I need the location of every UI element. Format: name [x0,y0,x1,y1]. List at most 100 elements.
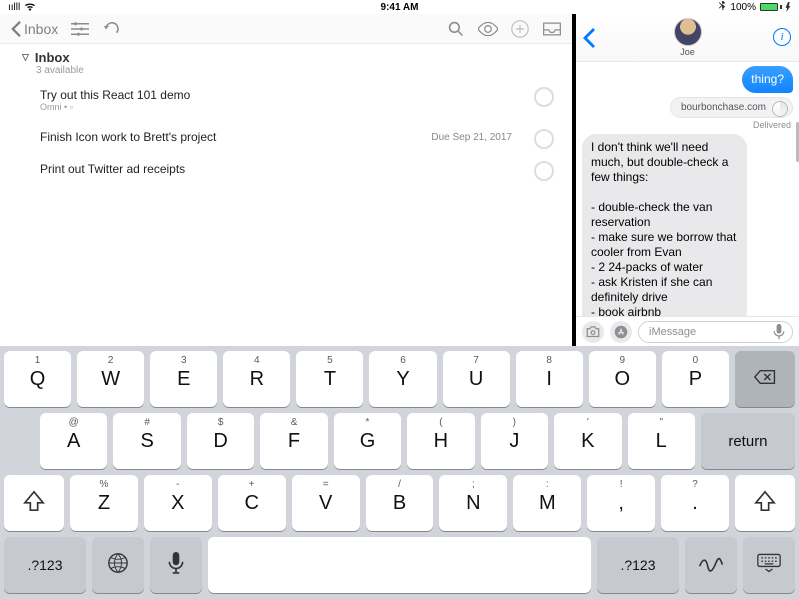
safari-icon [772,101,788,117]
key-main: X [171,492,184,515]
link-host: bourbonchase.com [681,102,766,113]
key-e[interactable]: 3E [150,351,217,407]
key-alt: 8 [546,355,552,366]
key-j[interactable]: )J [481,413,548,469]
key-,[interactable]: !, [587,475,655,531]
key-main: U [469,368,483,391]
key-x[interactable]: -X [144,475,212,531]
key-alt: + [249,479,255,490]
key-symbols-right[interactable]: .?123 [597,537,679,593]
key-z[interactable]: %Z [70,475,138,531]
disclosure-icon[interactable]: ▽ [22,52,29,63]
key-alt: * [366,417,370,428]
key-alt: ? [692,479,698,490]
key-q[interactable]: 1Q [4,351,71,407]
link-preview[interactable]: bourbonchase.com [670,97,793,118]
add-icon[interactable] [510,19,530,39]
inbox-title: Inbox [35,50,70,65]
key-main: B [393,492,406,515]
back-button[interactable]: Inbox [10,21,58,37]
key-alt: 9 [620,355,626,366]
key-r[interactable]: 4R [223,351,290,407]
task-checkbox[interactable] [534,161,554,181]
key-alt: ' [587,417,589,428]
key-shift-left[interactable] [4,475,64,531]
key-s[interactable]: #S [113,413,180,469]
incoming-message[interactable]: I don't think we'll need much, but doubl… [582,134,747,316]
key-alt: 0 [693,355,699,366]
key-hide-keyboard[interactable] [743,537,795,593]
task-checkbox[interactable] [534,87,554,107]
key-m[interactable]: :M [513,475,581,531]
key-globe[interactable] [92,537,144,593]
key-l[interactable]: "L [628,413,695,469]
appstore-icon[interactable] [610,321,632,343]
messages-toolbar: Joe i [576,14,799,62]
key-main: D [213,430,227,453]
key-space[interactable] [208,537,591,593]
key-main: S [140,430,153,453]
task-row[interactable]: Finish Icon work to Brett's project Due … [0,126,572,150]
key-main: R [250,368,264,391]
key-b[interactable]: /B [366,475,434,531]
key-main: L [656,430,667,453]
key-n[interactable]: ;N [439,475,507,531]
key-o[interactable]: 9O [589,351,656,407]
key-a[interactable]: @A [40,413,107,469]
key-d[interactable]: $D [187,413,254,469]
key-c[interactable]: +C [218,475,286,531]
key-k[interactable]: 'K [554,413,621,469]
key-p[interactable]: 0P [662,351,729,407]
shift-icon [23,490,45,517]
contact-name: Joe [680,47,695,57]
key-main: P [689,368,702,391]
messages-back-button[interactable] [582,28,596,53]
key-alt: / [398,479,401,490]
search-icon[interactable] [446,19,466,39]
back-label: Inbox [24,21,58,37]
key-dictation[interactable] [150,537,202,593]
task-checkbox[interactable] [534,129,554,149]
key-alt: 2 [108,355,114,366]
keyboard: 1Q2W3E4R5T6Y7U8I9O0P @A#S$D&F*G(H)J'K"Lr… [0,346,799,599]
key-i[interactable]: 8I [516,351,583,407]
key-backspace[interactable] [735,351,795,407]
status-bar: ıılll 9:41 AM 100% [0,0,799,14]
key-u[interactable]: 7U [443,351,510,407]
message-input[interactable]: iMessage [638,321,793,343]
key-main: , [618,492,624,515]
key-main: Q [30,368,46,391]
key-alt: ( [439,417,442,428]
key-handwriting[interactable] [685,537,737,593]
task-title: Print out Twitter ad receipts [40,162,560,176]
key-return[interactable]: return [701,413,795,469]
undo-icon[interactable] [102,19,122,39]
outgoing-message[interactable]: thing? [742,66,793,93]
key-g[interactable]: *G [334,413,401,469]
contact[interactable]: Joe [674,18,702,57]
info-icon[interactable]: i [773,28,791,46]
key-h[interactable]: (H [407,413,474,469]
dictation-icon[interactable] [772,324,788,340]
inbox-header: ▽ Inbox 3 available [0,44,572,78]
key-symbols[interactable]: .?123 [4,537,86,593]
task-due: Due Sep 21, 2017 [431,132,512,143]
eye-icon[interactable] [478,19,498,39]
key-alt: 6 [400,355,406,366]
key-main: J [509,430,519,453]
key-y[interactable]: 6Y [369,351,436,407]
key-shift-right[interactable] [735,475,795,531]
key-main: G [360,430,376,453]
inbox-tray-icon[interactable] [542,19,562,39]
task-row[interactable]: Try out this React 101 demo Omni • ▫ [0,84,572,118]
key-v[interactable]: =V [292,475,360,531]
key-w[interactable]: 2W [77,351,144,407]
key-t[interactable]: 5T [296,351,363,407]
camera-icon[interactable] [582,321,604,343]
key-f[interactable]: &F [260,413,327,469]
view-options-icon[interactable] [70,19,90,39]
message-thread[interactable]: thing? bourbonchase.com Delivered I don'… [576,62,799,316]
key-main: I [546,368,552,391]
key-.[interactable]: ?. [661,475,729,531]
task-row[interactable]: Print out Twitter ad receipts [0,158,572,182]
